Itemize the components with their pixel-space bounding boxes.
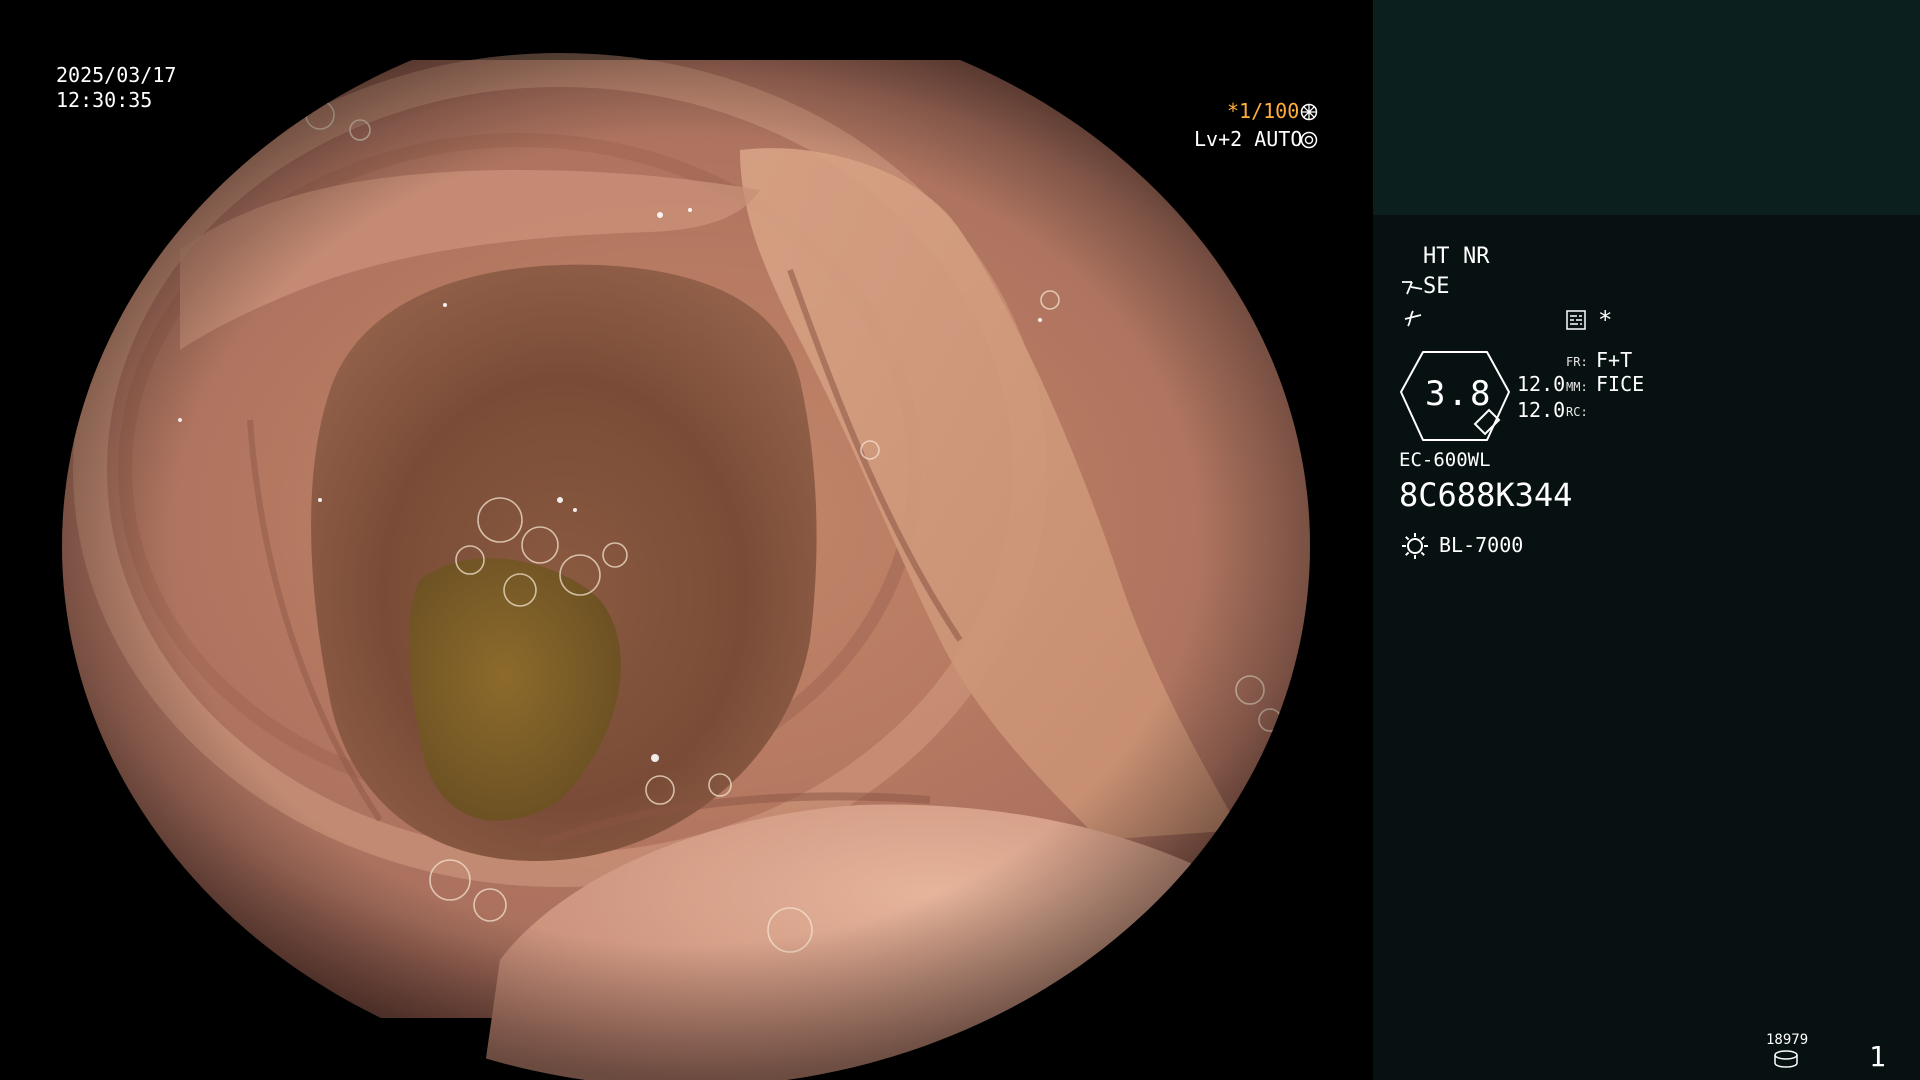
enhance-icon [1404,310,1422,327]
light-source-text: BL-7000 [1439,533,1524,557]
storage-count: 18979 [1766,1032,1809,1048]
thumbnail-area [1373,0,1920,215]
rc-label: RC: [1566,405,1588,419]
endoscopic-view: 2025/03/17 12:30:35 *1/100 Lv+2 AUTO [0,0,1372,1080]
memory-icon [1566,310,1586,330]
fr-value: F+T [1596,348,1633,372]
shutter-speed-text: *1/100 [1227,99,1300,123]
nr-label: NR [1463,244,1490,269]
date-text: 2025/03/17 [56,63,177,87]
se-label: SE [1423,274,1450,299]
se-icon [1402,281,1423,295]
mm-value: FICE [1596,372,1645,396]
ht-label: HT [1423,244,1450,269]
value-2: 12.0 [1517,398,1566,422]
iris-icon [1300,131,1318,149]
aperture-icon [1300,103,1318,121]
storage-icon [1774,1050,1798,1068]
info-panel: HT NR SE * 3.8 12.0 12.0 FR: F+T MM: FIC… [1373,0,1920,1080]
zoom-value: 3.8 [1425,374,1493,414]
mm-label: MM: [1566,380,1588,394]
iris-mode-text: Lv+2 AUTO [1194,127,1303,151]
endoscopy-screen: 2025/03/17 12:30:35 *1/100 Lv+2 AUTO HT … [0,0,1920,1080]
light-source-icon [1402,533,1428,559]
fr-label: FR: [1566,355,1588,369]
page-number: 1 [1869,1040,1886,1073]
time-text: 12:30:35 [56,88,153,112]
endoscopic-image [62,5,1310,1080]
value-1: 12.0 [1517,372,1566,396]
asterisk-mark: * [1598,306,1613,334]
scope-model: EC-600WL [1399,449,1491,471]
scope-serial: 8C688K344 [1399,476,1573,514]
